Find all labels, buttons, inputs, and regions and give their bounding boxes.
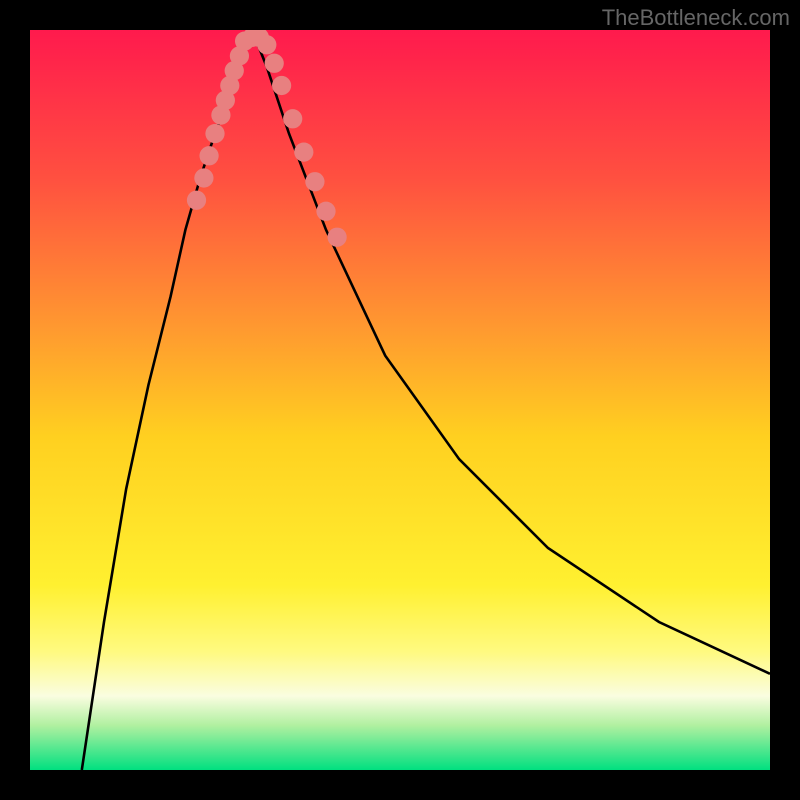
data-dot <box>283 109 302 128</box>
data-dot <box>194 168 213 187</box>
data-dot <box>294 142 313 161</box>
data-dot <box>257 35 276 54</box>
watermark-text: TheBottleneck.com <box>602 5 790 31</box>
data-dot <box>272 76 291 95</box>
chart-area <box>30 30 770 770</box>
data-dot <box>199 146 218 165</box>
data-dot <box>205 124 224 143</box>
data-dot <box>265 54 284 73</box>
data-dot <box>316 202 335 221</box>
curve-right-curve <box>252 30 770 674</box>
data-dot <box>187 191 206 210</box>
curve-left-curve <box>82 30 252 770</box>
chart-container: TheBottleneck.com <box>0 0 800 800</box>
data-dot <box>305 172 324 191</box>
curve-plot <box>30 30 770 770</box>
data-dot <box>327 228 346 247</box>
